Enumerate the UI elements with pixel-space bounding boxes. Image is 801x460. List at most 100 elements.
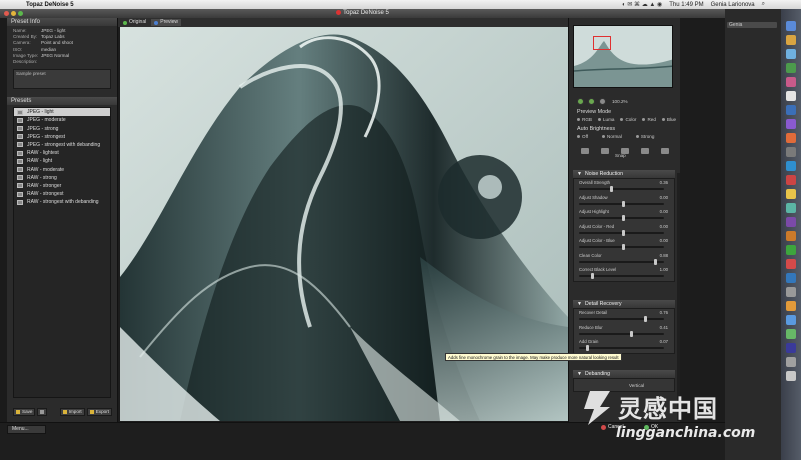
- zoom-in-icon[interactable]: [588, 98, 595, 105]
- preview-mode-rgb[interactable]: RGB: [577, 117, 592, 122]
- dock-app-icon[interactable]: [786, 315, 796, 325]
- slider-track[interactable]: [579, 244, 664, 250]
- slider-value[interactable]: 0.00: [660, 209, 668, 214]
- dock-app-icon[interactable]: [786, 175, 796, 185]
- preview-mode-color[interactable]: Color: [620, 117, 636, 122]
- slider-value[interactable]: 0.41: [660, 325, 668, 330]
- preset-item[interactable]: RAW - strongest: [14, 190, 110, 198]
- slider-knob[interactable]: [590, 273, 594, 279]
- app-menu-name[interactable]: Topaz DeNoise 5: [26, 2, 74, 8]
- desktop-text-field[interactable]: Genia: [727, 22, 777, 28]
- dock-app-icon[interactable]: [786, 245, 796, 255]
- dock-app-icon[interactable]: [786, 287, 796, 297]
- compare-icon[interactable]: [641, 148, 649, 154]
- navigator-thumbnail[interactable]: [573, 25, 673, 88]
- preset-item[interactable]: JPEG - light: [14, 108, 110, 117]
- preset-item[interactable]: RAW - lightest: [14, 149, 110, 157]
- slider-track[interactable]: [579, 229, 664, 236]
- user-name[interactable]: Genia Larionova: [711, 2, 755, 8]
- slider-knob[interactable]: [621, 200, 625, 207]
- slider-value[interactable]: 0.00: [660, 224, 668, 229]
- dock-app-icon[interactable]: [786, 259, 796, 269]
- slider-track[interactable]: [579, 258, 664, 265]
- dock-app-icon[interactable]: [786, 231, 796, 241]
- auto-brightness-strong[interactable]: Strong: [636, 134, 655, 139]
- slider-knob[interactable]: [621, 244, 625, 250]
- comment-icon[interactable]: [661, 148, 669, 154]
- import-preset-button[interactable]: Import: [59, 408, 85, 416]
- preset-item[interactable]: JPEG - strongest: [14, 133, 110, 141]
- slider-track[interactable]: [579, 316, 664, 322]
- preview-mode-blue[interactable]: Blue: [662, 117, 676, 122]
- dock-app-icon[interactable]: [786, 273, 796, 283]
- dock-app-icon[interactable]: [786, 217, 796, 227]
- dock-app-icon[interactable]: [786, 119, 796, 129]
- dock-app-icon[interactable]: [786, 357, 796, 367]
- dock-app-icon[interactable]: [786, 63, 796, 73]
- export-preset-button[interactable]: Export: [86, 408, 112, 416]
- preset-item[interactable]: JPEG - moderate: [14, 116, 110, 124]
- debanding-header[interactable]: ▼ Debanding: [573, 370, 675, 378]
- search-icon[interactable]: ⌕: [762, 1, 765, 8]
- dock-app-icon[interactable]: [786, 147, 796, 157]
- redo-icon[interactable]: [601, 148, 609, 154]
- slider-value[interactable]: 0.07: [660, 339, 668, 344]
- right-panel-scrollbar[interactable]: [677, 173, 680, 421]
- zoom-out-icon[interactable]: [577, 98, 584, 105]
- slider-knob[interactable]: [621, 229, 625, 236]
- preview-image[interactable]: [120, 27, 568, 421]
- preset-item[interactable]: RAW - light: [14, 157, 110, 165]
- dock-app-icon[interactable]: [786, 49, 796, 59]
- dock-app-icon[interactable]: [786, 77, 796, 87]
- slider-knob[interactable]: [585, 345, 589, 351]
- trash-icon[interactable]: [786, 371, 796, 381]
- slider-track[interactable]: [579, 215, 664, 221]
- slider-knob[interactable]: [609, 186, 613, 192]
- description-field[interactable]: Sample preset: [13, 69, 111, 90]
- dock-app-icon[interactable]: [786, 189, 796, 199]
- preset-item[interactable]: RAW - moderate: [14, 165, 110, 173]
- slider-track[interactable]: [579, 330, 664, 337]
- dock-app-icon[interactable]: [786, 301, 796, 311]
- preset-item[interactable]: JPEG - strong: [14, 125, 110, 133]
- dock-app-icon[interactable]: [786, 21, 796, 31]
- preset-item[interactable]: RAW - stronger: [14, 182, 110, 190]
- preview-mode-red[interactable]: Red: [642, 117, 655, 122]
- slider-track[interactable]: [579, 186, 664, 192]
- slider-track[interactable]: [579, 200, 664, 207]
- slider-knob[interactable]: [621, 215, 625, 221]
- dock-app-icon[interactable]: [786, 329, 796, 339]
- detail-recovery-header[interactable]: ▼ Detail Recovery: [573, 300, 675, 308]
- tab-preview[interactable]: Preview: [151, 19, 182, 26]
- undo-icon[interactable]: [581, 148, 589, 154]
- preset-item[interactable]: RAW - strongest with debanding: [14, 198, 110, 206]
- dock-app-icon[interactable]: [786, 133, 796, 143]
- dock-app-icon[interactable]: [786, 343, 796, 353]
- preset-item[interactable]: RAW - strong: [14, 174, 110, 182]
- slider-value[interactable]: 0.76: [660, 310, 668, 315]
- tab-original[interactable]: Original: [120, 19, 149, 26]
- dock-app-icon[interactable]: [786, 203, 796, 213]
- noise-reduction-header[interactable]: ▼ Noise Reduction: [573, 170, 675, 178]
- delete-preset-button[interactable]: [37, 408, 48, 416]
- slider-track[interactable]: [579, 345, 664, 351]
- dock-app-icon[interactable]: [786, 91, 796, 101]
- slider-value[interactable]: 0.88: [660, 253, 668, 258]
- auto-brightness-off[interactable]: Off: [577, 134, 588, 139]
- slider-knob[interactable]: [643, 316, 647, 322]
- clock[interactable]: Thu 1:49 PM: [669, 2, 703, 8]
- status-icons[interactable]: ◐ ✉ ⌘ ☁ ▲ ◉: [622, 1, 662, 8]
- zoom-fit-icon[interactable]: [599, 98, 606, 105]
- auto-brightness-normal[interactable]: Normal: [602, 134, 622, 139]
- slider-value[interactable]: 0.36: [660, 180, 668, 185]
- slider-knob[interactable]: [630, 330, 633, 337]
- slider-track[interactable]: [579, 273, 664, 279]
- slider-knob[interactable]: [653, 258, 657, 265]
- slider-value[interactable]: 1.00: [660, 267, 668, 272]
- preset-item[interactable]: JPEG - strongest with debanding: [14, 141, 110, 149]
- dock-app-icon[interactable]: [786, 35, 796, 45]
- navigator-viewport[interactable]: [593, 36, 611, 50]
- dock-app-icon[interactable]: [786, 105, 796, 115]
- slider-value[interactable]: 0.00: [660, 238, 668, 243]
- preview-mode-luma[interactable]: Luma: [598, 117, 615, 122]
